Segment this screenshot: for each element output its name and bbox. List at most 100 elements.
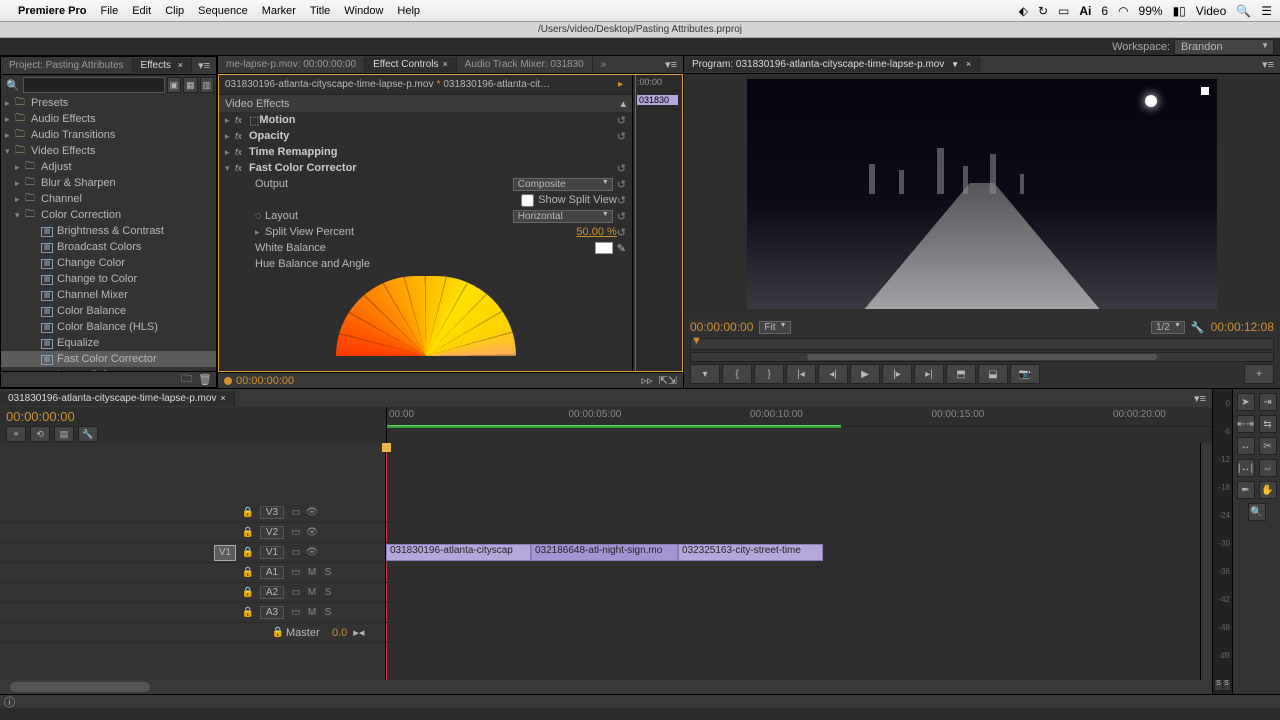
lock-icon[interactable]: 🔒: [240, 547, 256, 558]
menu-edit[interactable]: Edit: [132, 5, 151, 17]
sync-lock-icon[interactable]: ▭: [288, 547, 304, 558]
timeline-timecode[interactable]: 00:00:00:00: [6, 409, 380, 424]
play-button[interactable]: ▶: [850, 364, 880, 384]
reset-icon[interactable]: ↺: [617, 210, 626, 223]
menu-clip[interactable]: Clip: [165, 5, 184, 17]
video-label[interactable]: Video: [1196, 4, 1226, 18]
folder-audio-effects[interactable]: ▸🗀Audio Effects: [1, 111, 216, 127]
tab-audio-mixer[interactable]: Audio Track Mixer: 031830: [457, 57, 593, 72]
close-icon[interactable]: ×: [442, 59, 447, 69]
add-marker-icon[interactable]: ▤: [54, 426, 74, 442]
disclosure-arrow-icon[interactable]: ▸: [5, 98, 15, 109]
snap-icon[interactable]: ⌖: [6, 426, 26, 442]
panel-menu-icon[interactable]: ▾≡: [1256, 58, 1280, 71]
lock-icon[interactable]: 🔒: [240, 507, 256, 518]
ec-timecode[interactable]: 00:00:00:00: [236, 375, 294, 387]
tab-effect-controls[interactable]: Effect Controls×: [365, 57, 457, 72]
sync-lock-icon[interactable]: ▭: [288, 607, 304, 618]
menu-title[interactable]: Title: [310, 5, 330, 17]
reset-icon[interactable]: ↺: [617, 162, 626, 175]
reset-icon[interactable]: ↺: [617, 226, 626, 239]
source-patch-v1[interactable]: V1: [214, 545, 236, 561]
tab-source[interactable]: me-lapse-p.mov: 00:00:00:00: [218, 57, 365, 72]
settings-icon[interactable]: 🔧: [1191, 321, 1205, 334]
clip-1[interactable]: 031830196-atlanta-cityscap: [386, 544, 531, 561]
disclosure-arrow-icon[interactable]: ▾: [5, 146, 15, 157]
resolution-dropdown[interactable]: 1/2: [1151, 321, 1185, 334]
clip-3[interactable]: 032325163-city-street-time: [678, 544, 823, 561]
slip-tool[interactable]: |↔|: [1237, 459, 1255, 477]
panel-menu-icon[interactable]: ▾≡: [1188, 392, 1212, 405]
cc-count[interactable]: 6: [1101, 4, 1108, 18]
program-tc-left[interactable]: 00:00:00:00: [690, 320, 753, 334]
eye-icon[interactable]: 👁: [304, 507, 320, 518]
lock-icon[interactable]: 🔒: [240, 527, 256, 538]
step-forward-button[interactable]: |▸: [882, 364, 912, 384]
effects-search-input[interactable]: [23, 77, 165, 93]
display-icon[interactable]: ▭: [1058, 4, 1069, 18]
tab-effects[interactable]: Effects ×: [133, 58, 192, 73]
tab-program[interactable]: Program: 031830196-atlanta-cityscape-tim…: [684, 57, 980, 72]
effect-color-balance[interactable]: ▦Color Balance: [1, 303, 216, 319]
program-scrubber[interactable]: ▼: [690, 338, 1274, 350]
program-video-preview[interactable]: [747, 79, 1217, 309]
zoom-scrollbar-thumb[interactable]: [807, 354, 1156, 360]
app-name[interactable]: Premiere Pro: [18, 5, 86, 17]
ec-playhead[interactable]: [635, 75, 636, 371]
disclosure-arrow-icon[interactable]: ▸: [15, 162, 25, 173]
slide-tool[interactable]: ⇔: [1259, 459, 1277, 477]
disclosure-arrow-icon[interactable]: ▸: [15, 194, 25, 205]
effect-brightness-contrast[interactable]: ▦Brightness & Contrast: [1, 223, 216, 239]
ec-opacity[interactable]: ▸fxOpacity↺: [219, 128, 632, 144]
track-a2-header[interactable]: 🔒A2▭MS: [0, 583, 385, 603]
zoom-tool[interactable]: 🔍: [1248, 503, 1266, 521]
workspace-dropdown[interactable]: Brandon: [1174, 39, 1274, 55]
effect-fast-color-corrector[interactable]: ▦Fast Color Corrector: [1, 351, 216, 367]
selection-tool[interactable]: ➤: [1237, 393, 1255, 411]
track-master-lane[interactable]: [386, 623, 1200, 643]
track-a1-header[interactable]: 🔒A1▭MS: [0, 563, 385, 583]
effect-color-balance-hls-[interactable]: ▦Color Balance (HLS): [1, 319, 216, 335]
effect-channel-mixer[interactable]: ▦Channel Mixer: [1, 287, 216, 303]
work-area-bar[interactable]: [387, 425, 841, 428]
close-icon[interactable]: ×: [220, 393, 225, 403]
eye-icon[interactable]: 👁: [304, 527, 320, 538]
ripple-edit-tool[interactable]: ⇤⇥: [1237, 415, 1255, 433]
sync-lock-icon[interactable]: ▭: [288, 567, 304, 578]
effect-change-to-color[interactable]: ▦Change to Color: [1, 271, 216, 287]
hue-color-wheel[interactable]: [336, 276, 516, 356]
reset-icon[interactable]: ↺: [617, 130, 626, 143]
ai-icon[interactable]: Ai: [1079, 4, 1091, 18]
effect-broadcast-colors[interactable]: ▦Broadcast Colors: [1, 239, 216, 255]
mark-in-button[interactable]: {: [722, 364, 752, 384]
track-a2-lane[interactable]: [386, 583, 1200, 603]
track-a1-lane[interactable]: [386, 563, 1200, 583]
zoom-out-icon[interactable]: ▹▹: [642, 374, 653, 387]
timeline-vscrollbar[interactable]: [1200, 443, 1212, 680]
disclosure-arrow-icon[interactable]: ▾: [15, 210, 25, 221]
effect-change-color[interactable]: ▦Change Color: [1, 255, 216, 271]
solo-right-button[interactable]: S: [1223, 680, 1230, 690]
ec-time-remap[interactable]: ▸fxTime Remapping: [219, 144, 632, 160]
folder-color-correction[interactable]: ▾🗀Color Correction: [1, 207, 216, 223]
folder-video-effects[interactable]: ▾🗀Video Effects: [1, 143, 216, 159]
white-balance-swatch[interactable]: [595, 242, 613, 254]
accel-filter-icon[interactable]: ▣: [167, 77, 181, 93]
32bit-filter-icon[interactable]: ▦: [183, 77, 197, 93]
close-icon[interactable]: ×: [178, 60, 183, 70]
add-marker-button[interactable]: ▾: [690, 364, 720, 384]
lift-button[interactable]: ⬒: [946, 364, 976, 384]
timeline-settings-icon[interactable]: 🔧: [78, 426, 98, 442]
menu-help[interactable]: Help: [397, 5, 420, 17]
fit-dropdown[interactable]: Fit: [759, 321, 790, 334]
lock-icon[interactable]: 🔒: [240, 567, 256, 578]
master-db[interactable]: 0.0: [332, 627, 347, 639]
export-frame-button[interactable]: 📷: [1010, 364, 1040, 384]
go-to-in-button[interactable]: |◂: [786, 364, 816, 384]
razor-tool[interactable]: ✂: [1259, 437, 1277, 455]
yuv-filter-icon[interactable]: ▥: [200, 77, 214, 93]
output-dropdown[interactable]: Composite: [513, 178, 613, 191]
track-v1-lane[interactable]: 031830196-atlanta-cityscap 032186648-atl…: [386, 543, 1200, 563]
dropbox-icon[interactable]: ⬖: [1019, 4, 1028, 18]
split-percent-value[interactable]: 50.00 %: [576, 226, 616, 238]
